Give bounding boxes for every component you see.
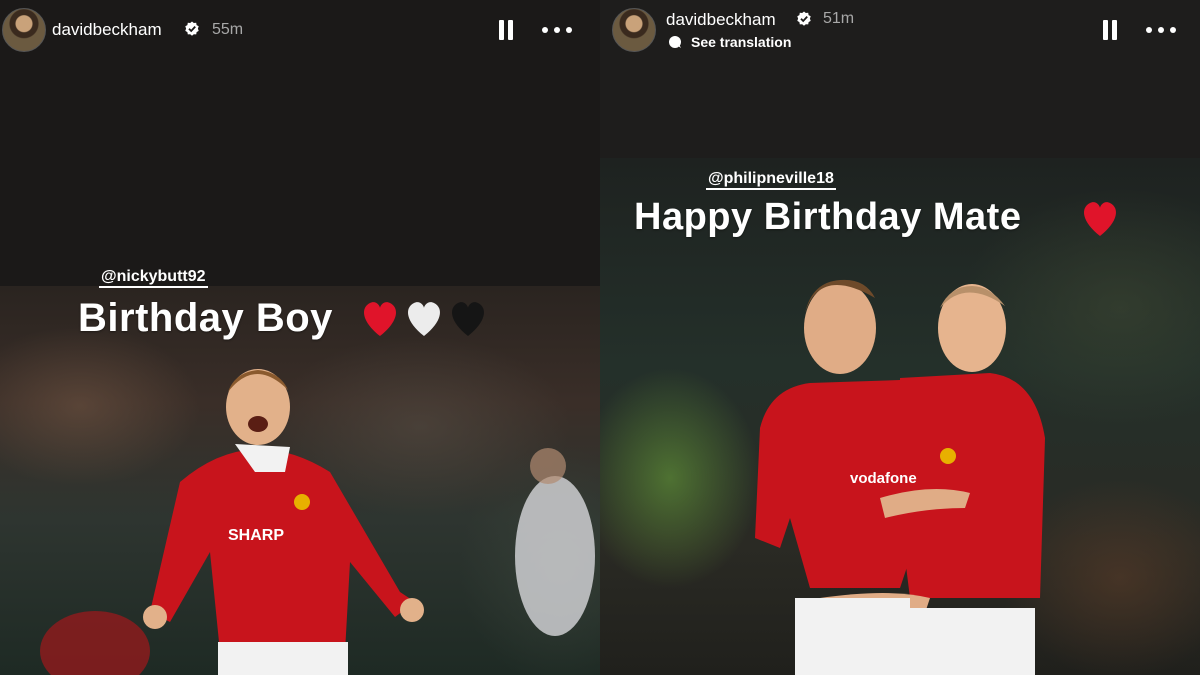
white-heart-icon (408, 302, 440, 336)
profile-avatar[interactable] (2, 8, 46, 52)
mention-tag[interactable]: @nickybutt92 (99, 268, 208, 288)
players-neville-beckham: vodafone (755, 279, 1045, 675)
pause-icon[interactable] (498, 20, 514, 40)
heart-emojis (1084, 202, 1116, 236)
story-header: davidbeckham 51m See translation (600, 0, 1200, 60)
pause-icon[interactable] (1102, 20, 1118, 40)
username[interactable]: davidbeckham (52, 20, 162, 40)
story-panel-left[interactable]: davidbeckham 55m SHARP @nickybutt92 Birt… (0, 0, 600, 675)
black-heart-icon (452, 302, 484, 336)
profile-avatar[interactable] (612, 8, 656, 52)
player-nicky-butt: SHARP (143, 369, 424, 675)
story-photo: SHARP (0, 286, 600, 675)
red-heart-icon (364, 302, 396, 336)
more-options-icon[interactable] (1146, 27, 1176, 33)
red-heart-icon (1084, 202, 1116, 236)
see-translation-link[interactable]: See translation (691, 34, 791, 50)
username[interactable]: davidbeckham (666, 10, 776, 30)
jersey-sponsor-text: vodafone (850, 470, 917, 487)
post-time: 55m (212, 21, 244, 38)
verified-badge-icon (185, 21, 199, 36)
heart-emojis (364, 302, 484, 336)
story-panel-right[interactable]: davidbeckham 51m See translation vodafon… (600, 0, 1200, 675)
jersey-sponsor-text: SHARP (228, 527, 284, 544)
mention-tag[interactable]: @philipneville18 (706, 170, 836, 190)
story-caption: Happy Birthday Mate (634, 196, 1022, 238)
story-header: davidbeckham 55m (0, 0, 600, 60)
story-caption: Birthday Boy (78, 296, 333, 340)
more-options-icon[interactable] (542, 27, 572, 33)
translate-icon[interactable] (668, 35, 682, 49)
post-time: 51m (823, 10, 855, 27)
verified-badge-icon (797, 11, 811, 26)
